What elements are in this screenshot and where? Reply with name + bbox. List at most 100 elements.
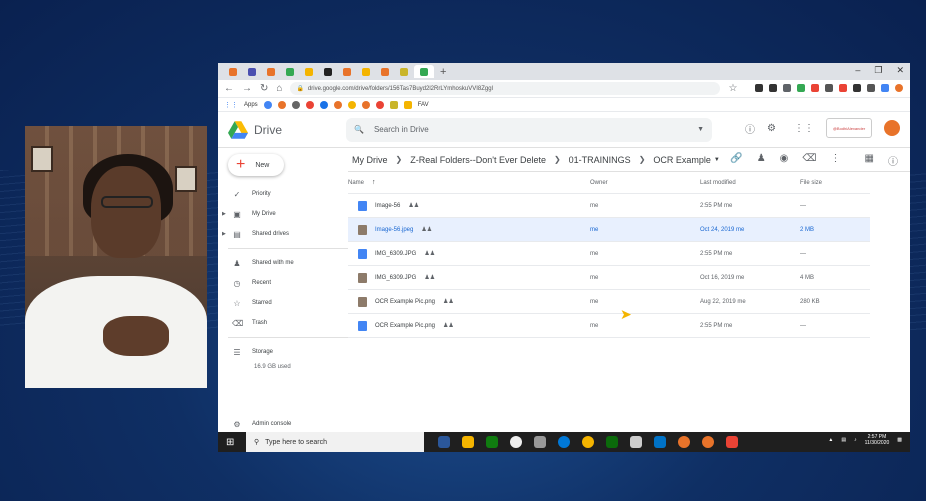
- sidebar-item-my-drive[interactable]: ▶ ▣ My Drive: [218, 204, 348, 224]
- avatar[interactable]: [884, 120, 900, 136]
- volume-icon[interactable]: ♪: [854, 437, 857, 443]
- restore-icon[interactable]: ❐: [874, 65, 882, 76]
- app-icon[interactable]: [726, 436, 738, 448]
- browser-tab[interactable]: [338, 65, 355, 78]
- clock[interactable]: 2:57 PM 11/30/2020: [865, 434, 890, 446]
- extension-icon[interactable]: [839, 84, 848, 92]
- breadcrumb-current[interactable]: OCR Example ▼: [653, 155, 719, 165]
- word-icon[interactable]: [438, 436, 450, 448]
- brand-badge[interactable]: @BodhiAlexander: [826, 118, 872, 138]
- back-icon[interactable]: ←: [224, 83, 234, 94]
- browser-tab[interactable]: [224, 65, 241, 78]
- bookmark-fav[interactable]: FAV: [418, 102, 429, 108]
- file-row[interactable]: OCR Example Pic.png ♟♟ me 2:55 PM me —: [348, 314, 870, 338]
- sidebar-item-shared-drives[interactable]: ▶ ▤ Shared drives: [218, 224, 348, 244]
- browser-tab-active[interactable]: [414, 65, 434, 78]
- file-explorer-icon[interactable]: [462, 436, 474, 448]
- bookmark-icon[interactable]: [319, 100, 328, 109]
- browser-tab[interactable]: [395, 65, 412, 78]
- extension-icon[interactable]: [811, 84, 820, 92]
- extension-icon[interactable]: [783, 84, 792, 92]
- bookmark-google-icon[interactable]: [263, 100, 272, 109]
- bookmark-icon[interactable]: [389, 100, 398, 109]
- col-modified[interactable]: Last modified: [700, 180, 800, 186]
- menu-icon[interactable]: ⋮: [909, 84, 910, 93]
- chrome-icon[interactable]: [678, 436, 690, 448]
- more-icon[interactable]: ⋮: [831, 153, 841, 168]
- extension-icon[interactable]: [797, 84, 806, 92]
- extension-icon[interactable]: [867, 84, 876, 92]
- new-button[interactable]: + New: [228, 154, 284, 176]
- file-row[interactable]: Image-56.jpeg ♟♟ me Oct 24, 2019 me 2 MB: [348, 218, 870, 242]
- forward-icon[interactable]: →: [242, 83, 252, 94]
- delete-icon[interactable]: ⌫: [802, 153, 816, 168]
- preview-icon[interactable]: ◉: [780, 153, 789, 168]
- bookmark-icon[interactable]: [361, 100, 370, 109]
- bookmark-icon[interactable]: [347, 100, 356, 109]
- edge-icon[interactable]: [558, 436, 570, 448]
- share-icon[interactable]: ♟: [757, 153, 766, 168]
- extension-icon[interactable]: [853, 84, 862, 92]
- browser-tab[interactable]: [243, 65, 260, 78]
- drive-search-input[interactable]: 🔍 Search in Drive ▼: [346, 117, 712, 142]
- browser-tab[interactable]: [319, 65, 336, 78]
- app-icon[interactable]: [582, 436, 594, 448]
- app-icon[interactable]: [630, 436, 642, 448]
- new-tab-button[interactable]: +: [440, 66, 446, 78]
- bookmark-icon[interactable]: [333, 100, 342, 109]
- reload-icon[interactable]: ↻: [260, 83, 268, 94]
- settings-icon[interactable]: ⚙: [767, 123, 776, 134]
- app-icon[interactable]: [606, 436, 618, 448]
- tray-chevron-icon[interactable]: ▲: [828, 437, 833, 443]
- sidebar-item-starred[interactable]: ☆ Starred: [218, 293, 348, 313]
- admin-console-link[interactable]: ⚙ Admin console: [218, 414, 291, 434]
- search-options-icon[interactable]: ▼: [697, 126, 704, 133]
- chrome-icon[interactable]: [702, 436, 714, 448]
- sidebar-item-trash[interactable]: ⌫ Trash: [218, 313, 348, 333]
- notifications-icon[interactable]: ▩: [897, 437, 902, 443]
- browser-tab[interactable]: [376, 65, 393, 78]
- bookmark-icon[interactable]: [277, 100, 286, 109]
- sort-arrow-icon[interactable]: ↑: [372, 179, 376, 186]
- breadcrumb-item[interactable]: 01-TRAININGS: [569, 155, 631, 165]
- col-owner[interactable]: Owner: [590, 180, 700, 186]
- bookmark-icon[interactable]: [305, 100, 314, 109]
- profile-icon[interactable]: [895, 84, 904, 92]
- bookmark-icon[interactable]: [375, 100, 384, 109]
- file-row[interactable]: Image-56 ♟♟ me 2:55 PM me —: [348, 194, 870, 218]
- breadcrumb-item[interactable]: Z-Real Folders--Don't Ever Delete: [410, 155, 546, 165]
- home-icon[interactable]: ⌂: [276, 83, 282, 94]
- camtasia-icon[interactable]: [486, 436, 498, 448]
- extension-icon[interactable]: [825, 84, 834, 92]
- minimize-icon[interactable]: –: [855, 65, 860, 76]
- sidebar-item-shared-with-me[interactable]: ♟ Shared with me: [218, 253, 348, 273]
- sidebar-item-priority[interactable]: ✓ Priority: [218, 184, 348, 204]
- bookmark-icon[interactable]: [291, 100, 300, 109]
- grid-view-icon[interactable]: ▦: [865, 153, 874, 168]
- apps-icon[interactable]: ⋮⋮: [794, 123, 814, 134]
- bookmark-apps[interactable]: Apps: [244, 102, 258, 108]
- expand-arrow-icon[interactable]: ▶: [222, 211, 226, 217]
- extension-icon[interactable]: [755, 84, 764, 92]
- browser-tab[interactable]: [262, 65, 279, 78]
- windows-start-icon[interactable]: ⊞: [226, 437, 240, 448]
- sidebar-item-storage[interactable]: ☰ Storage: [218, 342, 348, 362]
- file-row[interactable]: IMG_6309.JPG ♟♟ me 2:55 PM me —: [348, 242, 870, 266]
- outlook-icon[interactable]: [654, 436, 666, 448]
- extension-icon[interactable]: [769, 84, 778, 92]
- url-input[interactable]: 🔒 drive.google.com/drive/folders/156Tas7…: [290, 82, 721, 95]
- file-row[interactable]: IMG_6309.JPG ♟♟ me Oct 16, 2019 me 4 MB: [348, 266, 870, 290]
- close-icon[interactable]: ✕: [896, 65, 904, 76]
- network-icon[interactable]: ▤: [841, 437, 846, 443]
- bookmark-star-icon[interactable]: ☆: [728, 83, 737, 94]
- breadcrumb-item[interactable]: My Drive: [352, 155, 388, 165]
- browser-tab[interactable]: [357, 65, 374, 78]
- extension-icon[interactable]: [881, 84, 890, 92]
- sidebar-item-recent[interactable]: ◷ Recent: [218, 273, 348, 293]
- camera-icon[interactable]: [534, 436, 546, 448]
- taskbar-search-input[interactable]: ⚲ Type here to search: [246, 432, 424, 452]
- browser-tab[interactable]: [300, 65, 317, 78]
- expand-arrow-icon[interactable]: ▶: [222, 231, 226, 237]
- link-icon[interactable]: 🔗: [730, 153, 742, 168]
- help-icon[interactable]: ⓘ: [745, 121, 755, 136]
